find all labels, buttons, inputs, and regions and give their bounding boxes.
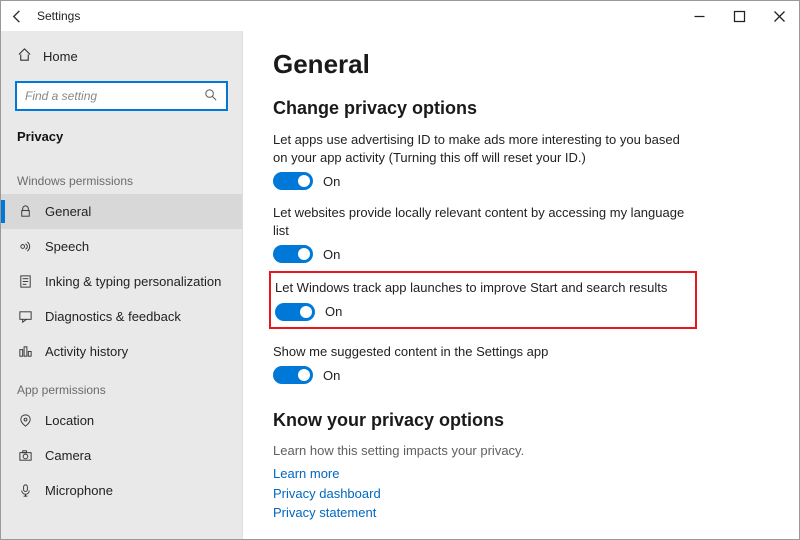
search-input-container[interactable] [15, 81, 228, 111]
sidebar-item-label: Diagnostics & feedback [45, 309, 181, 324]
search-icon [203, 87, 218, 105]
back-arrow-icon[interactable] [9, 9, 25, 24]
sidebar-item-label: General [45, 204, 91, 219]
link-privacy-dashboard[interactable]: Privacy dashboard [273, 484, 769, 504]
option-desc: Show me suggested content in the Setting… [273, 343, 693, 361]
toggle-track-launches[interactable] [275, 303, 315, 321]
sidebar-item-activity[interactable]: Activity history [1, 334, 242, 369]
speech-icon [17, 239, 33, 254]
maximize-button[interactable] [719, 2, 759, 30]
highlight-annotation: Let Windows track app launches to improv… [269, 271, 697, 329]
sidebar-item-location[interactable]: Location [1, 403, 242, 438]
know-sub: Learn how this setting impacts your priv… [273, 443, 769, 458]
sidebar-item-label: Activity history [45, 344, 128, 359]
toggle-state: On [323, 247, 340, 262]
sidebar-item-diagnostics[interactable]: Diagnostics & feedback [1, 299, 242, 334]
clipboard-icon [17, 274, 33, 289]
sidebar-item-label: Inking & typing personalization [45, 274, 221, 289]
window-controls [679, 2, 799, 30]
link-privacy-statement[interactable]: Privacy statement [273, 503, 769, 523]
minimize-button[interactable] [679, 2, 719, 30]
content-pane: General Change privacy options Let apps … [243, 31, 799, 539]
option-desc: Let websites provide locally relevant co… [273, 204, 693, 239]
option-locally-relevant: Let websites provide locally relevant co… [273, 204, 693, 263]
current-page-label: Privacy [1, 125, 242, 160]
history-icon [17, 344, 33, 359]
sidebar-item-speech[interactable]: Speech [1, 229, 242, 264]
toggle-advertising-id[interactable] [273, 172, 313, 190]
sidebar-item-camera[interactable]: Camera [1, 438, 242, 473]
location-icon [17, 413, 33, 428]
sidebar-item-general[interactable]: General [1, 194, 242, 229]
option-suggested-content: Show me suggested content in the Setting… [273, 343, 693, 385]
microphone-icon [17, 483, 33, 498]
title-bar: Settings [1, 1, 799, 31]
option-advertising-id: Let apps use advertising ID to make ads … [273, 131, 693, 190]
group-label-app-permissions: App permissions [1, 369, 242, 403]
toggle-state: On [323, 368, 340, 383]
search-input[interactable] [25, 89, 195, 103]
sidebar-item-label: Microphone [45, 483, 113, 498]
link-learn-more[interactable]: Learn more [273, 464, 769, 484]
toggle-state: On [325, 304, 342, 319]
option-desc: Let Windows track app launches to improv… [275, 279, 691, 297]
sidebar: Home Privacy Windows permissions General… [1, 31, 243, 539]
lock-icon [17, 204, 33, 219]
change-privacy-heading: Change privacy options [273, 98, 769, 119]
feedback-icon [17, 309, 33, 324]
sidebar-item-label: Location [45, 413, 94, 428]
toggle-state: On [323, 174, 340, 189]
sidebar-item-label: Camera [45, 448, 91, 463]
sidebar-item-label: Speech [45, 239, 89, 254]
sidebar-item-inking[interactable]: Inking & typing personalization [1, 264, 242, 299]
sidebar-item-microphone[interactable]: Microphone [1, 473, 242, 508]
camera-icon [17, 448, 33, 463]
toggle-locally-relevant[interactable] [273, 245, 313, 263]
option-track-launches: Let Windows track app launches to improv… [273, 271, 693, 329]
home-nav[interactable]: Home [1, 41, 242, 71]
page-title: General [273, 49, 769, 80]
know-privacy-section: Know your privacy options Learn how this… [273, 410, 769, 523]
close-button[interactable] [759, 2, 799, 30]
group-label-windows-permissions: Windows permissions [1, 160, 242, 194]
window-title: Settings [37, 9, 80, 23]
option-desc: Let apps use advertising ID to make ads … [273, 131, 693, 166]
home-icon [17, 47, 33, 65]
toggle-suggested-content[interactable] [273, 366, 313, 384]
home-label: Home [43, 49, 78, 64]
know-heading: Know your privacy options [273, 410, 769, 431]
